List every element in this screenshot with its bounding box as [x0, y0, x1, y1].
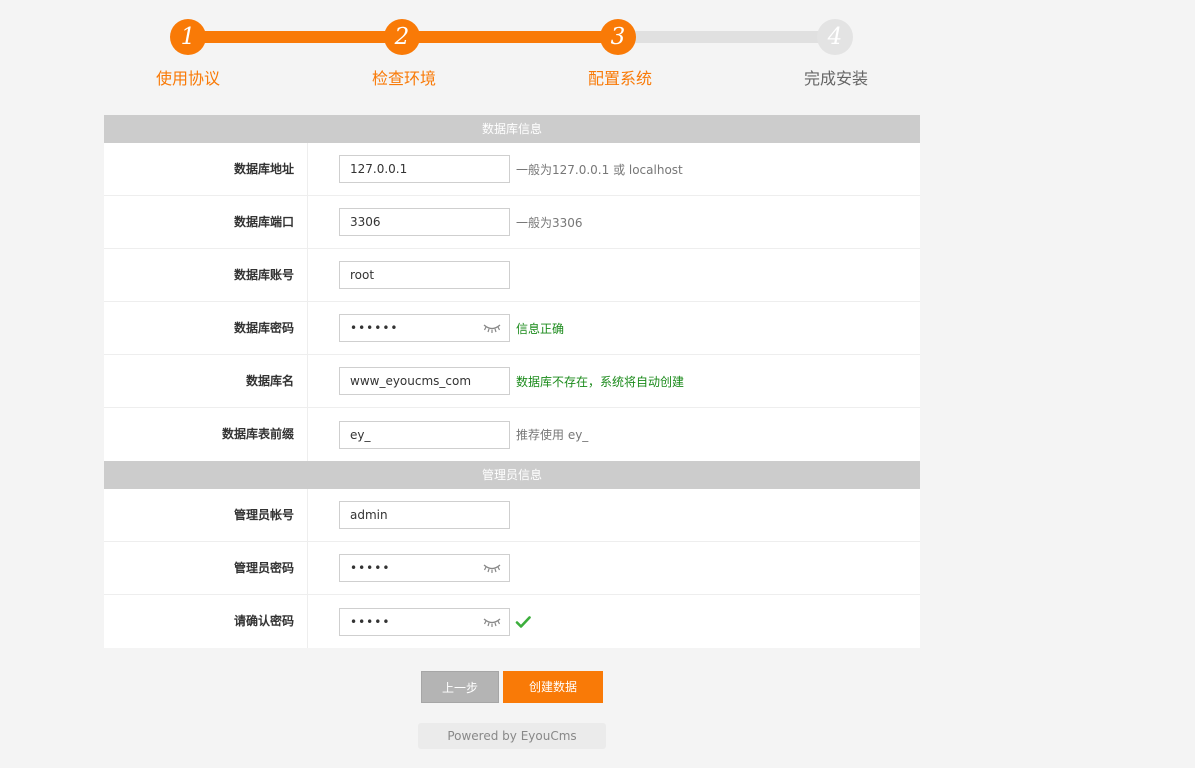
db-name-row: 数据库名 数据库不存在，系统将自动创建: [104, 355, 920, 408]
admin-confirm-label: 请确认密码: [104, 595, 308, 648]
db-user-input[interactable]: [340, 262, 509, 288]
step-3-circle: 3: [600, 19, 636, 55]
admin-password-row: 管理员密码: [104, 542, 920, 595]
step-track-1: [188, 31, 402, 43]
db-host-hint: 一般为127.0.0.1 或 localhost: [516, 162, 683, 177]
db-prefix-label: 数据库表前缀: [104, 408, 308, 461]
admin-password-field: [339, 554, 510, 582]
admin-password-label: 管理员密码: [104, 542, 308, 594]
db-section-title: 数据库信息: [104, 115, 920, 143]
admin-section-title: 管理员信息: [104, 461, 920, 489]
db-prefix-hint: 推荐使用 ey_: [516, 428, 589, 442]
db-name-label: 数据库名: [104, 355, 308, 407]
prev-step-button[interactable]: 上一步: [421, 671, 499, 703]
db-host-field: [339, 155, 510, 183]
db-password-label: 数据库密码: [104, 302, 308, 354]
admin-account-field: [339, 501, 510, 529]
db-user-field: [339, 261, 510, 289]
admin-account-input[interactable]: [340, 502, 509, 528]
config-form: 数据库信息 数据库地址 一般为127.0.0.1 或 localhost 数据库…: [104, 115, 920, 648]
db-password-row: 数据库密码 信息正确: [104, 302, 920, 355]
eye-closed-icon[interactable]: [483, 322, 501, 334]
db-port-row: 数据库端口 一般为3306: [104, 196, 920, 249]
admin-confirm-row: 请确认密码: [104, 595, 920, 648]
db-name-input[interactable]: [340, 368, 509, 394]
step-2-label: 检查环境: [371, 69, 436, 88]
db-prefix-row: 数据库表前缀 推荐使用 ey_: [104, 408, 920, 461]
db-name-field: [339, 367, 510, 395]
db-port-label: 数据库端口: [104, 196, 308, 248]
admin-account-row: 管理员帐号: [104, 489, 920, 542]
step-1-label: 使用协议: [155, 69, 220, 88]
step-track-3: [618, 31, 835, 43]
db-name-hint: 数据库不存在，系统将自动创建: [516, 374, 685, 389]
admin-confirm-field: [339, 607, 510, 636]
db-host-row: 数据库地址 一般为127.0.0.1 或 localhost: [104, 143, 920, 196]
db-prefix-field: [339, 420, 510, 449]
step-2-circle: 2: [384, 19, 420, 55]
step-1-circle: 1: [170, 19, 206, 55]
db-user-row: 数据库账号: [104, 249, 920, 302]
check-icon: [515, 615, 531, 628]
admin-account-label: 管理员帐号: [104, 489, 308, 541]
db-prefix-input[interactable]: [340, 421, 509, 448]
db-host-label: 数据库地址: [104, 143, 308, 195]
step-track-2: [402, 31, 618, 43]
db-port-field: [339, 208, 510, 236]
powered-by-footer: Powered by EyouCms: [418, 723, 606, 749]
step-4-label: 完成安装: [803, 69, 868, 88]
create-data-button[interactable]: 创建数据: [503, 671, 603, 703]
db-password-hint: 信息正确: [516, 321, 565, 336]
db-password-field: [339, 314, 510, 342]
db-port-input[interactable]: [340, 209, 509, 235]
install-steps: 1 2 3 4 使用协议 检查环境 配置系统 完成安装: [0, 0, 1195, 110]
db-port-hint: 一般为3306: [516, 215, 583, 230]
step-3-label: 配置系统: [587, 69, 652, 88]
db-user-label: 数据库账号: [104, 249, 308, 301]
eye-closed-icon[interactable]: [483, 562, 501, 574]
eye-closed-icon[interactable]: [483, 616, 501, 628]
db-host-input[interactable]: [340, 156, 509, 182]
step-4-circle: 4: [817, 19, 853, 55]
